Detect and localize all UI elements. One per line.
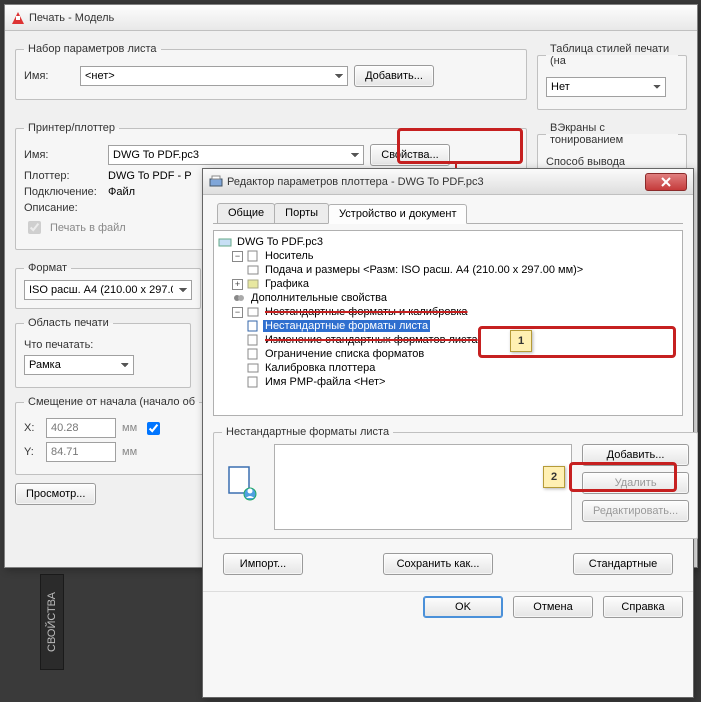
page-setup-legend: Набор параметров листа bbox=[24, 43, 161, 55]
tree-custom-properties[interactable]: Дополнительные свойства bbox=[232, 291, 678, 305]
tree-filter-sizes[interactable]: Ограничение списка форматов bbox=[246, 347, 678, 361]
app-icon bbox=[11, 11, 25, 25]
preset-name-label: Имя: bbox=[24, 70, 74, 82]
close-button[interactable] bbox=[645, 173, 687, 191]
callout-2: 2 bbox=[543, 466, 565, 488]
offset-x-unit: мм bbox=[122, 422, 137, 434]
custom-size-delete-button: Удалить bbox=[582, 472, 689, 494]
tab-general[interactable]: Общие bbox=[217, 203, 275, 223]
ok-button[interactable]: OK bbox=[423, 596, 503, 618]
custom-size-add-button[interactable]: Добавить... bbox=[582, 444, 689, 466]
plotter-editor-dialog: Редактор параметров плоттера - DWG To PD… bbox=[202, 168, 694, 698]
connection-label: Подключение: bbox=[24, 186, 102, 198]
plotter-icon bbox=[209, 175, 223, 189]
printer-properties-button[interactable]: Свойства... bbox=[370, 144, 450, 166]
offset-y-label: Y: bbox=[24, 446, 40, 458]
print-dialog-titlebar[interactable]: Печать - Модель bbox=[5, 5, 697, 31]
tab-device-document[interactable]: Устройство и документ bbox=[328, 204, 467, 224]
what-to-plot-label: Что печатать: bbox=[24, 339, 93, 351]
print-to-file-label: Печать в файл bbox=[50, 222, 126, 234]
tree-modify-standard-sizes[interactable]: Изменение стандартных форматов листа bbox=[246, 333, 678, 347]
plot-area-legend: Область печати bbox=[24, 317, 113, 329]
what-to-plot-select[interactable]: Рамка bbox=[24, 355, 134, 375]
custom-size-glyph bbox=[222, 444, 264, 504]
cancel-button[interactable]: Отмена bbox=[513, 596, 593, 618]
format-legend: Формат bbox=[24, 262, 71, 274]
description-label: Описание: bbox=[24, 202, 102, 214]
tab-ports[interactable]: Порты bbox=[274, 203, 329, 223]
custom-sizes-legend: Нестандартные форматы листа bbox=[222, 426, 393, 438]
plotter-value: DWG To PDF - P bbox=[108, 170, 192, 182]
editor-title: Редактор параметров плоттера - DWG To PD… bbox=[227, 176, 645, 188]
paper-format-group: Формат ISO расш. A4 (210.00 x 297.00 м bbox=[15, 262, 201, 309]
custom-sizes-panel: Нестандартные форматы листа Добавить... … bbox=[213, 426, 698, 539]
shaded-viewports-legend: ВЭкраны с тонированием bbox=[546, 122, 678, 146]
tree-user-sizes-calib[interactable]: −Нестандартные форматы и калибровка bbox=[232, 305, 678, 319]
import-button[interactable]: Импорт... bbox=[223, 553, 303, 575]
offset-y-unit: мм bbox=[122, 446, 137, 458]
close-icon bbox=[661, 177, 671, 187]
offset-x-label: X: bbox=[24, 422, 40, 434]
tree-media[interactable]: −Носитель bbox=[232, 249, 678, 263]
plot-offset-group: Смещение от начала (начало об X: мм Y: м… bbox=[15, 396, 211, 475]
properties-palette-tab[interactable]: СВОЙСТВА bbox=[40, 574, 64, 670]
custom-sizes-list[interactable] bbox=[274, 444, 572, 530]
tree-plotter-calibration[interactable]: Калибровка плоттера bbox=[246, 361, 678, 375]
editor-tabs: Общие Порты Устройство и документ bbox=[213, 203, 683, 224]
tree-graphics[interactable]: +Графика bbox=[232, 277, 678, 291]
paper-format-select[interactable]: ISO расш. A4 (210.00 x 297.00 м bbox=[24, 280, 192, 300]
tree-root[interactable]: DWG To PDF.pc3 bbox=[218, 235, 678, 249]
plot-style-select[interactable]: Нет bbox=[546, 77, 666, 97]
center-plot-checkbox[interactable] bbox=[147, 422, 160, 435]
save-as-button[interactable]: Сохранить как... bbox=[383, 553, 493, 575]
plot-style-table-group: Таблица стилей печати (на Нет bbox=[537, 43, 687, 110]
printer-legend: Принтер/плоттер bbox=[24, 122, 119, 134]
offset-y-input[interactable] bbox=[46, 442, 116, 462]
tree-feed-source[interactable]: Подача и размеры <Разм: ISO расш. A4 (21… bbox=[246, 263, 678, 277]
offset-x-input[interactable] bbox=[46, 418, 116, 438]
printer-name-label: Имя: bbox=[24, 149, 102, 161]
plotter-label: Плоттер: bbox=[24, 170, 102, 182]
shade-mode-label: Способ вывода bbox=[546, 156, 625, 168]
connection-value: Файл bbox=[108, 186, 135, 198]
preset-select[interactable]: <нет> bbox=[80, 66, 348, 86]
print-dialog-title: Печать - Модель bbox=[29, 12, 691, 24]
help-button[interactable]: Справка bbox=[603, 596, 683, 618]
preset-add-button[interactable]: Добавить... bbox=[354, 65, 434, 87]
offset-legend: Смещение от начала (начало об bbox=[24, 396, 199, 408]
defaults-button[interactable]: Стандартные bbox=[573, 553, 673, 575]
plotter-config-tree[interactable]: DWG To PDF.pc3 −Носитель Подача и размер… bbox=[213, 230, 683, 416]
preview-button[interactable]: Просмотр... bbox=[15, 483, 96, 505]
custom-size-edit-button: Редактировать... bbox=[582, 500, 689, 522]
plot-area-group: Область печати Что печатать: Рамка bbox=[15, 317, 191, 388]
callout-1: 1 bbox=[510, 330, 532, 352]
page-setup-group: Набор параметров листа Имя: <нет> Добави… bbox=[15, 43, 527, 100]
printer-select[interactable]: DWG To PDF.pc3 bbox=[108, 145, 364, 165]
plot-style-legend: Таблица стилей печати (на bbox=[546, 43, 678, 67]
tree-pmp-filename[interactable]: Имя PMP-файла <Нет> bbox=[246, 375, 678, 389]
editor-titlebar[interactable]: Редактор параметров плоттера - DWG To PD… bbox=[203, 169, 693, 195]
print-to-file-checkbox bbox=[28, 221, 41, 234]
tree-custom-paper-sizes[interactable]: Нестандартные форматы листа bbox=[246, 319, 678, 333]
